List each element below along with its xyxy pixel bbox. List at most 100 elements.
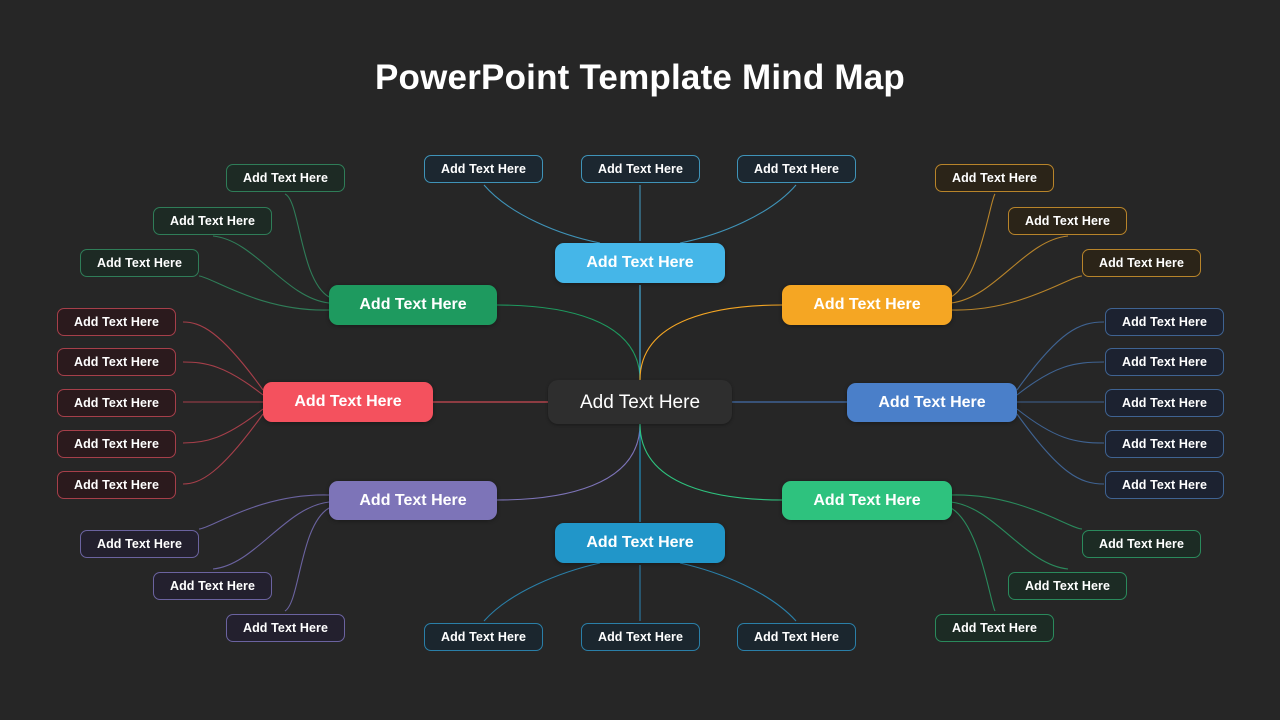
leaf-green-1-label: Add Text Here (242, 170, 329, 185)
leaf-teal-1-label: Add Text Here (440, 629, 527, 644)
branch-node-red-label: Add Text Here (294, 393, 402, 410)
leaf-orange-2[interactable]: Add Text Here (1008, 207, 1127, 235)
leaf-red-2-label: Add Text Here (73, 354, 160, 369)
edge-red-leaf-4 (182, 408, 264, 444)
leaf-red-1[interactable]: Add Text Here (57, 308, 176, 336)
leaf-red-1-label: Add Text Here (73, 314, 160, 329)
leaf-red-4-label: Add Text Here (73, 436, 160, 451)
leaf-blue-4[interactable]: Add Text Here (1105, 430, 1224, 458)
leaf-emerald-2-label: Add Text Here (1024, 578, 1111, 593)
branch-node-purple[interactable]: Add Text Here (329, 481, 497, 520)
branch-node-blue[interactable]: Add Text Here (847, 383, 1017, 422)
leaf-teal-2-label: Add Text Here (597, 629, 684, 644)
edge-red-leaf-5 (182, 413, 264, 485)
leaf-green-2[interactable]: Add Text Here (153, 207, 272, 235)
edge-purple-leaf-3 (198, 494, 330, 530)
leaf-orange-1[interactable]: Add Text Here (935, 164, 1054, 192)
leaf-blue-2-label: Add Text Here (1121, 354, 1208, 369)
branch-node-purple-label: Add Text Here (359, 491, 467, 509)
branch-node-blue-label: Add Text Here (878, 393, 986, 411)
edge-emerald-leaf-2 (950, 501, 1069, 570)
leaf-purple-3-label: Add Text Here (242, 620, 329, 635)
leaf-blue-1-label: Add Text Here (1121, 314, 1208, 329)
leaf-sky-3-label: Add Text Here (753, 161, 840, 176)
edge-red-leaf-2 (182, 361, 264, 396)
leaf-green-3[interactable]: Add Text Here (80, 249, 199, 277)
leaf-red-3-label: Add Text Here (73, 395, 160, 410)
leaf-purple-2[interactable]: Add Text Here (153, 572, 272, 600)
leaf-red-4[interactable]: Add Text Here (57, 430, 176, 458)
edge-teal-leaf-1 (483, 562, 601, 622)
leaf-orange-2-label: Add Text Here (1024, 213, 1111, 228)
leaf-green-3-label: Add Text Here (96, 255, 183, 270)
leaf-red-5[interactable]: Add Text Here (57, 471, 176, 499)
edge-purple-leaf-2 (212, 501, 330, 570)
leaf-sky-2[interactable]: Add Text Here (581, 155, 700, 183)
branch-node-emerald-label: Add Text Here (813, 491, 921, 509)
leaf-blue-3[interactable]: Add Text Here (1105, 389, 1224, 417)
edge-emerald-leaf-1 (950, 507, 996, 612)
leaf-teal-3-label: Add Text Here (753, 629, 840, 644)
leaf-sky-3[interactable]: Add Text Here (737, 155, 856, 183)
branch-node-orange-label: Add Text Here (813, 296, 921, 313)
branch-node-teal[interactable]: Add Text Here (555, 523, 725, 563)
branch-node-sky-label: Add Text Here (586, 254, 694, 271)
leaf-purple-2-label: Add Text Here (169, 578, 256, 593)
leaf-red-2[interactable]: Add Text Here (57, 348, 176, 376)
edge-orange-leaf-2 (950, 235, 1069, 304)
leaf-blue-5[interactable]: Add Text Here (1105, 471, 1224, 499)
edge-purple-leaf-1 (284, 507, 330, 612)
edge-blue-leaf-2 (1016, 361, 1105, 396)
leaf-orange-3-label: Add Text Here (1098, 255, 1185, 270)
edge-green-leaf-1 (284, 193, 330, 298)
leaf-emerald-3-label: Add Text Here (951, 620, 1038, 635)
edge-hub-purple (496, 423, 641, 501)
edge-hub-emerald (639, 423, 783, 501)
edge-red-leaf-1 (182, 321, 264, 391)
branch-node-sky[interactable]: Add Text Here (555, 243, 725, 283)
leaf-orange-1-label: Add Text Here (951, 170, 1038, 185)
edge-orange-leaf-3 (950, 275, 1083, 311)
leaf-red-3[interactable]: Add Text Here (57, 389, 176, 417)
leaf-emerald-3[interactable]: Add Text Here (935, 614, 1054, 642)
center-node[interactable]: Add Text Here (548, 380, 732, 424)
branch-node-green-label: Add Text Here (359, 296, 467, 313)
leaf-orange-3[interactable]: Add Text Here (1082, 249, 1201, 277)
leaf-teal-2[interactable]: Add Text Here (581, 623, 700, 651)
edge-emerald-leaf-3 (950, 494, 1083, 530)
edge-blue-leaf-1 (1016, 321, 1105, 391)
edge-sky-leaf-3 (679, 184, 797, 244)
leaf-purple-3[interactable]: Add Text Here (226, 614, 345, 642)
edge-orange-leaf-1 (950, 193, 996, 298)
edge-sky-leaf-1 (483, 184, 601, 244)
edge-green-leaf-3 (198, 275, 330, 311)
leaf-teal-3[interactable]: Add Text Here (737, 623, 856, 651)
leaf-sky-2-label: Add Text Here (597, 161, 684, 176)
leaf-blue-2[interactable]: Add Text Here (1105, 348, 1224, 376)
leaf-blue-3-label: Add Text Here (1121, 395, 1208, 410)
branch-node-teal-label: Add Text Here (586, 534, 694, 551)
branch-node-red[interactable]: Add Text Here (263, 382, 433, 422)
leaf-blue-5-label: Add Text Here (1121, 477, 1208, 492)
leaf-emerald-2[interactable]: Add Text Here (1008, 572, 1127, 600)
leaf-red-5-label: Add Text Here (73, 477, 160, 492)
leaf-sky-1-label: Add Text Here (440, 161, 527, 176)
branch-node-green[interactable]: Add Text Here (329, 285, 497, 325)
edge-green-leaf-2 (212, 235, 330, 304)
connector-layer (182, 184, 1105, 622)
mindmap-canvas: PowerPoint Template Mind Map Add Text He… (0, 0, 1280, 720)
leaf-emerald-1[interactable]: Add Text Here (1082, 530, 1201, 558)
branch-node-orange[interactable]: Add Text Here (782, 285, 952, 325)
leaf-green-1[interactable]: Add Text Here (226, 164, 345, 192)
leaf-purple-1-label: Add Text Here (96, 536, 183, 551)
leaf-teal-1[interactable]: Add Text Here (424, 623, 543, 651)
leaf-sky-1[interactable]: Add Text Here (424, 155, 543, 183)
edge-hub-orange (639, 304, 783, 381)
center-node-label: Add Text Here (579, 391, 701, 413)
page-title: PowerPoint Template Mind Map (375, 58, 905, 97)
branch-node-emerald[interactable]: Add Text Here (782, 481, 952, 520)
leaf-green-2-label: Add Text Here (169, 213, 256, 228)
edge-hub-green (496, 304, 641, 381)
leaf-purple-1[interactable]: Add Text Here (80, 530, 199, 558)
leaf-blue-1[interactable]: Add Text Here (1105, 308, 1224, 336)
